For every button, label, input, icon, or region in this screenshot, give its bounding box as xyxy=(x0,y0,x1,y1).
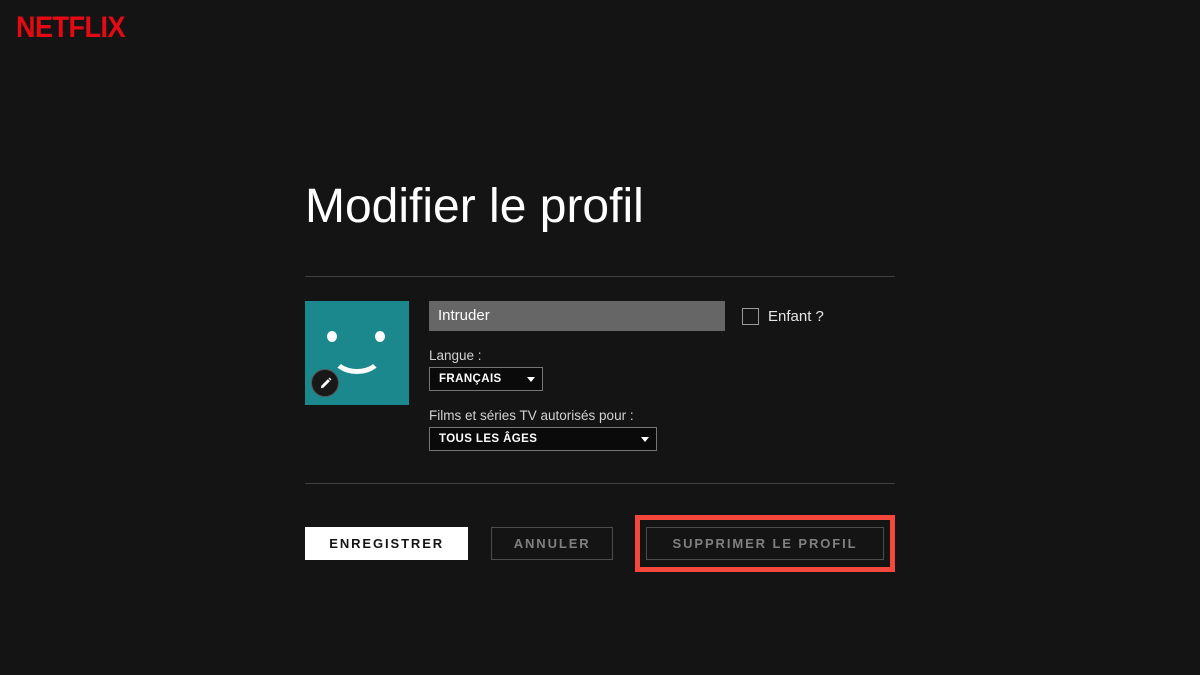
delete-button-highlight: SUPPRIMER LE PROFIL xyxy=(635,515,895,572)
chevron-down-icon xyxy=(641,436,649,442)
maturity-label: Films et séries TV autorisés pour : xyxy=(429,408,634,423)
kid-checkbox-label: Enfant ? xyxy=(768,307,824,325)
profile-fields: Enfant ? Langue : FRANÇAIS Films et séri… xyxy=(429,301,895,451)
delete-profile-button[interactable]: SUPPRIMER LE PROFIL xyxy=(646,527,884,560)
cancel-button[interactable]: ANNULER xyxy=(491,527,613,560)
avatar-eye-left-icon xyxy=(327,331,337,342)
profile-name-input[interactable] xyxy=(429,301,725,331)
profile-avatar[interactable] xyxy=(305,301,409,405)
profile-form: Enfant ? Langue : FRANÇAIS Films et séri… xyxy=(305,301,895,451)
avatar-eye-right-icon xyxy=(375,331,385,342)
page-title: Modifier le profil xyxy=(305,180,644,233)
language-label: Langue : xyxy=(429,348,482,363)
kid-checkbox-row[interactable]: Enfant ? xyxy=(742,307,824,325)
chevron-down-icon xyxy=(527,376,535,382)
pencil-icon xyxy=(320,377,331,388)
divider-top xyxy=(305,276,895,277)
divider-bottom xyxy=(305,483,895,484)
netflix-logo[interactable]: NETFLIX xyxy=(16,12,126,42)
name-and-kid-row: Enfant ? xyxy=(429,301,895,331)
avatar-edit-button[interactable] xyxy=(311,369,339,397)
maturity-select[interactable]: TOUS LES ÂGES xyxy=(429,427,657,451)
action-buttons: ENREGISTRER ANNULER SUPPRIMER LE PROFIL xyxy=(305,515,895,572)
avatar-smile-icon xyxy=(331,348,383,374)
language-select-value: FRANÇAIS xyxy=(439,373,502,385)
maturity-select-value: TOUS LES ÂGES xyxy=(439,433,538,445)
kid-checkbox[interactable] xyxy=(742,307,759,325)
language-select[interactable]: FRANÇAIS xyxy=(429,367,543,391)
edit-profile-page: Modifier le profil Enfant ? xyxy=(305,0,895,572)
save-button[interactable]: ENREGISTRER xyxy=(305,527,469,560)
